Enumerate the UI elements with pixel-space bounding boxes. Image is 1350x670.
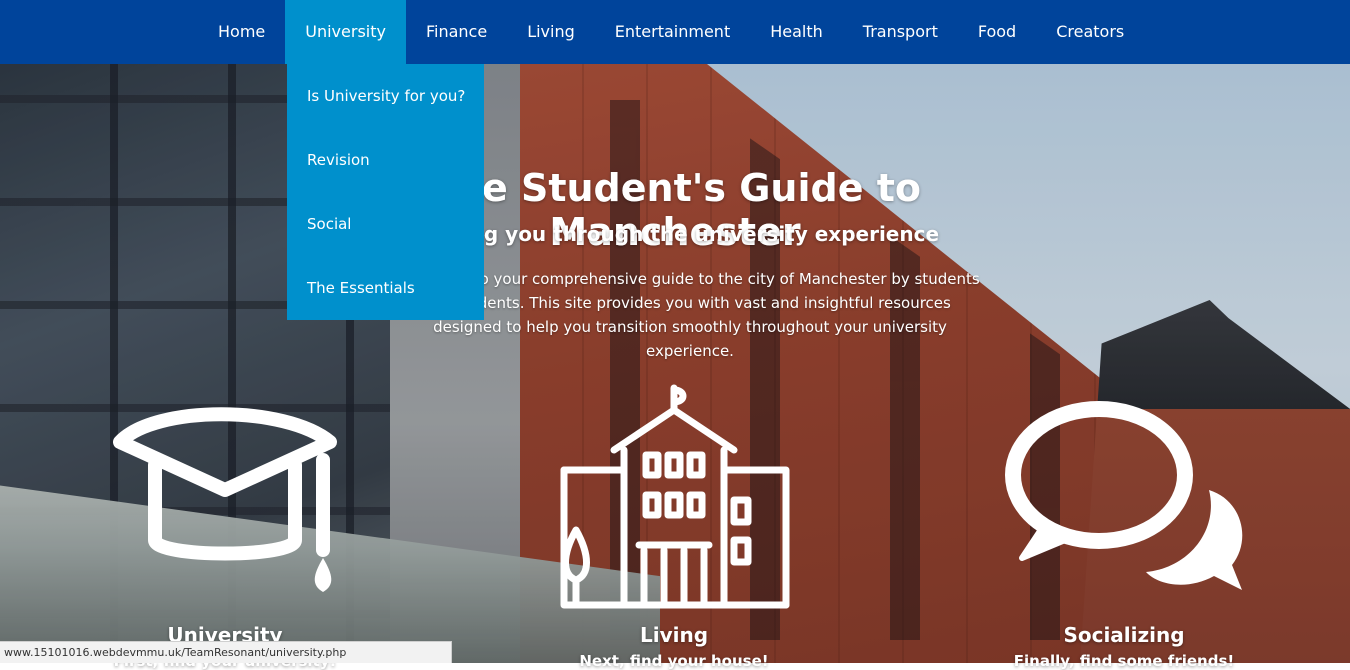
nav-item-entertainment[interactable]: Entertainment (595, 0, 750, 64)
feature-title: Living (639, 623, 709, 647)
dropdown-item-the-essentials[interactable]: The Essentials (287, 256, 484, 320)
dropdown-item-is-university-for-you[interactable]: Is University for you? (287, 64, 484, 128)
university-dropdown-menu: Is University for you? Revision Social T… (287, 64, 484, 320)
nav-item-transport[interactable]: Transport (843, 0, 958, 64)
browser-status-url: www.15101016.webdevmmu.uk/TeamResonant/u… (0, 641, 452, 663)
nav-item-finance[interactable]: Finance (406, 0, 507, 64)
feature-caption: Next, find your house! (579, 652, 769, 670)
dropdown-item-social[interactable]: Social (287, 192, 484, 256)
nav-item-food[interactable]: Food (958, 0, 1036, 64)
feature-living[interactable]: Living Next, find your house! (524, 380, 824, 670)
hero-description: Welcome to your comprehensive guide to t… (400, 270, 980, 360)
feature-title: Socializing (1063, 623, 1185, 647)
feature-university[interactable]: University First, find your university! (75, 380, 375, 670)
main-navbar: Home University Finance Living Entertain… (0, 0, 1350, 64)
nav-item-creators[interactable]: Creators (1036, 0, 1144, 64)
building-icon (560, 384, 790, 609)
dropdown-item-revision[interactable]: Revision (287, 128, 484, 192)
graduation-cap-icon (113, 407, 337, 592)
nav-item-living[interactable]: Living (507, 0, 595, 64)
feature-socializing[interactable]: Socializing Finally, find some friends! (974, 380, 1274, 670)
feature-caption: Finally, find some friends! (1013, 652, 1235, 670)
nav-item-university[interactable]: University (285, 0, 406, 64)
nav-list: Home University Finance Living Entertain… (198, 0, 1144, 64)
nav-item-home[interactable]: Home (198, 0, 285, 64)
speech-bubbles-icon (1005, 401, 1243, 590)
nav-item-health[interactable]: Health (750, 0, 843, 64)
